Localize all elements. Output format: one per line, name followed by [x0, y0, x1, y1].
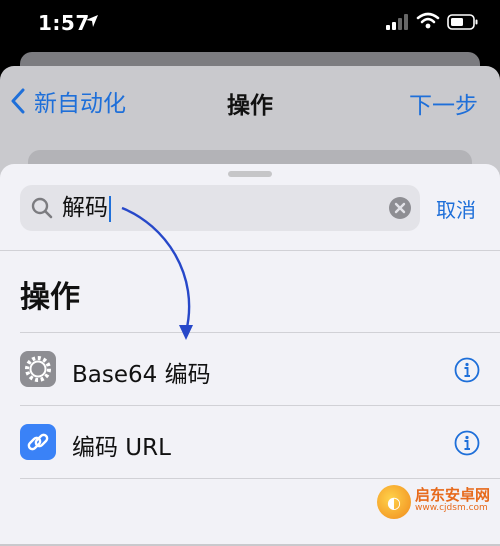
watermark-url: www.cjdsm.com	[414, 503, 488, 513]
cellular-signal-icon	[386, 14, 408, 30]
search-input[interactable]: 解码	[62, 193, 111, 223]
section-title: 操作	[20, 280, 80, 315]
status-bar: 1:57	[0, 0, 500, 48]
search-field[interactable]: 解码	[20, 185, 420, 231]
location-arrow-icon	[86, 15, 98, 27]
divider	[0, 250, 500, 251]
next-button[interactable]: 下一步	[409, 86, 478, 120]
sheet-grabber[interactable]	[228, 171, 272, 177]
info-icon[interactable]	[454, 357, 480, 383]
link-icon	[20, 424, 56, 460]
action-row-base64[interactable]: Base64 编码	[0, 333, 500, 405]
action-label: Base64 编码	[72, 362, 211, 388]
watermark-text: 启东安卓网	[414, 486, 490, 504]
watermark: ◐ 启东安卓网 www.cjdsm.com	[376, 485, 490, 519]
search-query-text: 解码	[62, 195, 108, 221]
navigation-bar: 新自动化 操作 下一步	[0, 66, 500, 136]
gear-icon	[20, 351, 56, 387]
action-label: 编码 URL	[72, 435, 171, 461]
battery-icon	[447, 14, 478, 30]
info-icon[interactable]	[454, 430, 480, 456]
text-caret	[109, 195, 111, 222]
cancel-button[interactable]: 取消	[436, 194, 476, 223]
divider	[20, 478, 500, 479]
action-row-encode-url[interactable]: 编码 URL	[0, 406, 500, 478]
watermark-logo-icon: ◐	[376, 485, 411, 519]
clear-icon[interactable]	[388, 196, 412, 220]
search-icon	[31, 197, 53, 219]
wifi-icon	[416, 12, 440, 29]
status-time: 1:57	[38, 11, 90, 35]
